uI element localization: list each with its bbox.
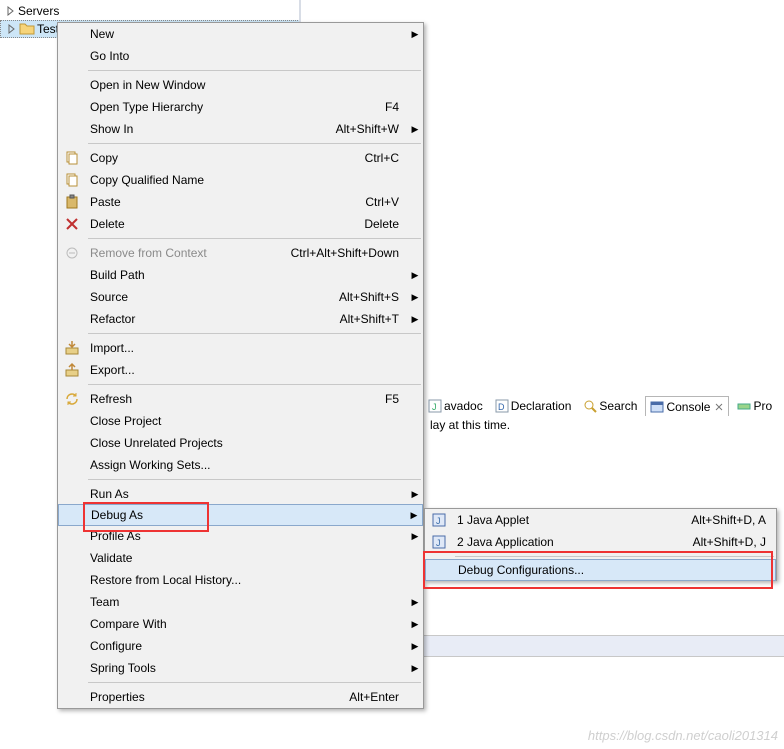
expand-icon[interactable] <box>7 24 17 34</box>
separator <box>88 682 421 683</box>
menu-copy-qualified[interactable]: Copy Qualified Name <box>58 169 423 191</box>
separator <box>88 238 421 239</box>
svg-text:J: J <box>436 538 441 548</box>
menu-spring-tools[interactable]: Spring Tools▶ <box>58 657 423 679</box>
tab-progress[interactable]: Pro <box>733 396 776 416</box>
menu-copy[interactable]: CopyCtrl+C <box>58 147 423 169</box>
refresh-icon <box>64 391 80 407</box>
submenu-java-applet[interactable]: J1 Java AppletAlt+Shift+D, A <box>425 509 776 531</box>
separator <box>88 384 421 385</box>
menu-build-path[interactable]: Build Path▶ <box>58 264 423 286</box>
tab-javadoc[interactable]: J avadoc <box>424 396 487 416</box>
menu-source[interactable]: SourceAlt+Shift+S▶ <box>58 286 423 308</box>
console-icon <box>650 400 664 414</box>
view-tabs: J avadoc D Declaration Search Console Pr… <box>424 395 784 417</box>
watermark: https://blog.csdn.net/caoli201314 <box>588 728 778 743</box>
tree-label: Test <box>37 22 59 36</box>
search-icon <box>583 399 597 413</box>
separator <box>88 143 421 144</box>
import-icon <box>64 340 80 356</box>
close-icon[interactable] <box>714 402 724 412</box>
menu-show-in[interactable]: Show InAlt+Shift+W▶ <box>58 118 423 140</box>
java-applet-icon: J <box>431 512 447 528</box>
context-menu: New▶ Go Into Open in New Window Open Typ… <box>57 22 424 709</box>
svg-text:J: J <box>436 516 441 526</box>
declaration-icon: D <box>495 399 509 413</box>
separator <box>88 479 421 480</box>
java-app-icon: J <box>431 534 447 550</box>
tab-console[interactable]: Console <box>645 396 729 416</box>
menu-properties[interactable]: PropertiesAlt+Enter <box>58 686 423 708</box>
bottom-divider <box>424 635 784 657</box>
copy-icon <box>64 172 80 188</box>
menu-import[interactable]: Import... <box>58 337 423 359</box>
menu-new[interactable]: New▶ <box>58 23 423 45</box>
menu-configure[interactable]: Configure▶ <box>58 635 423 657</box>
menu-debug-as[interactable]: Debug As▶ <box>58 504 423 526</box>
menu-close-project[interactable]: Close Project <box>58 410 423 432</box>
separator <box>88 333 421 334</box>
tab-search[interactable]: Search <box>579 396 641 416</box>
tree-label: Servers <box>18 4 59 18</box>
separator <box>455 556 774 557</box>
svg-text:D: D <box>498 402 505 412</box>
menu-paste[interactable]: PasteCtrl+V <box>58 191 423 213</box>
menu-run-as[interactable]: Run As▶ <box>58 483 423 505</box>
menu-open-type-hierarchy[interactable]: Open Type HierarchyF4 <box>58 96 423 118</box>
menu-refactor[interactable]: RefactorAlt+Shift+T▶ <box>58 308 423 330</box>
menu-assign-working-sets[interactable]: Assign Working Sets... <box>58 454 423 476</box>
svg-text:J: J <box>432 402 437 412</box>
tab-declaration[interactable]: D Declaration <box>491 396 576 416</box>
submenu-debug-configurations[interactable]: Debug Configurations... <box>425 559 776 581</box>
menu-validate[interactable]: Validate <box>58 547 423 569</box>
debug-as-submenu: J1 Java AppletAlt+Shift+D, A J2 Java App… <box>424 508 777 581</box>
menu-open-new-window[interactable]: Open in New Window <box>58 74 423 96</box>
menu-close-unrelated[interactable]: Close Unrelated Projects <box>58 432 423 454</box>
menu-refresh[interactable]: RefreshF5 <box>58 388 423 410</box>
delete-icon <box>64 216 80 232</box>
menu-team[interactable]: Team▶ <box>58 591 423 613</box>
menu-compare-with[interactable]: Compare With▶ <box>58 613 423 635</box>
javadoc-icon: J <box>428 399 442 413</box>
menu-restore-history[interactable]: Restore from Local History... <box>58 569 423 591</box>
submenu-java-application[interactable]: J2 Java ApplicationAlt+Shift+D, J <box>425 531 776 553</box>
separator <box>88 70 421 71</box>
paste-icon <box>64 194 80 210</box>
menu-remove-context: Remove from ContextCtrl+Alt+Shift+Down <box>58 242 423 264</box>
folder-icon <box>19 21 35 37</box>
remove-context-icon <box>64 245 80 261</box>
copy-icon <box>64 150 80 166</box>
progress-icon <box>737 399 751 413</box>
menu-delete[interactable]: DeleteDelete <box>58 213 423 235</box>
menu-go-into[interactable]: Go Into <box>58 45 423 67</box>
tree-item-servers[interactable]: Servers <box>0 2 300 20</box>
console-text: lay at this time. <box>430 418 510 432</box>
expand-icon[interactable] <box>6 6 16 16</box>
menu-profile-as[interactable]: Profile As▶ <box>58 525 423 547</box>
menu-export[interactable]: Export... <box>58 359 423 381</box>
export-icon <box>64 362 80 378</box>
